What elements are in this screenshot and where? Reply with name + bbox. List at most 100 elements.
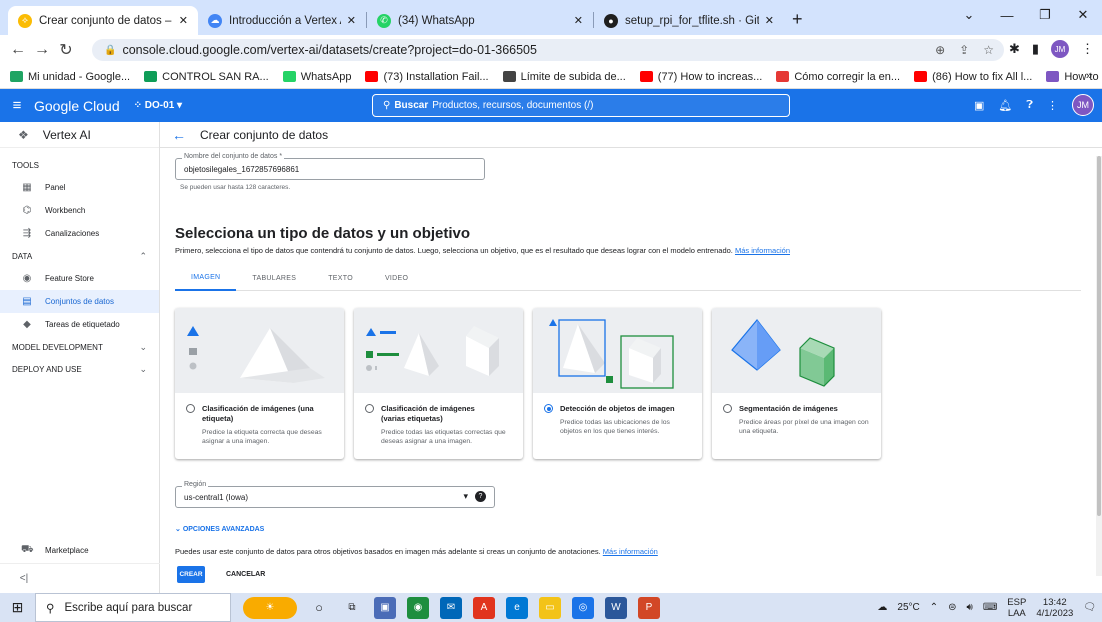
browser-tab-whatsapp[interactable]: ✆ (34) WhatsApp ✕ (367, 6, 593, 35)
bookmark-star-icon[interactable]: ☆ (983, 43, 994, 57)
acrobat-icon[interactable]: A (473, 596, 495, 619)
keyboard-icon[interactable]: ⌨ (983, 602, 997, 613)
extensions-icon[interactable]: ✱ (1009, 41, 1020, 57)
bookmark-item[interactable]: WhatsApp (282, 71, 351, 83)
gcp-brand[interactable]: Google Cloud (34, 98, 120, 114)
close-window-icon[interactable]: ✕ (1064, 0, 1102, 30)
more-info-link[interactable]: Más información (735, 246, 790, 255)
close-tab-icon[interactable]: ✕ (179, 14, 188, 27)
restore-icon[interactable]: ❐ (1026, 0, 1064, 30)
help-icon[interactable]: ❓︎ (1026, 99, 1033, 112)
radio-option[interactable]: Segmentación de imágenes (723, 404, 879, 414)
objective-card-segmentation[interactable]: Segmentación de imágenes Predice áreas p… (712, 308, 881, 459)
volume-icon[interactable]: 🔊︎ (967, 602, 973, 613)
more-options-icon[interactable]: ⋮ (1047, 99, 1058, 112)
bookmark-item[interactable]: (73) Installation Fail... (365, 71, 489, 83)
cortana-icon[interactable]: ○ (308, 597, 330, 619)
section-deploy[interactable]: DEPLOY AND USE ⌄ (0, 358, 159, 380)
browser-tab-github[interactable]: ● setup_rpi_for_tflite.sh · GitHub ✕ (594, 6, 784, 35)
chrome-icon[interactable]: ◉ (407, 596, 429, 619)
reload-icon[interactable]: ↻ (54, 40, 78, 60)
edge-icon[interactable]: e (506, 596, 528, 619)
browser-menu-icon[interactable]: ⋮ (1081, 41, 1094, 57)
advanced-options-toggle[interactable]: ⌄ OPCIONES AVANZADAS (175, 525, 264, 533)
bookmark-item[interactable]: CONTROL SAN RA... (144, 71, 269, 83)
search-box[interactable]: ⚲ Buscar Productos, recursos, documentos… (372, 94, 790, 117)
tab-search-icon[interactable]: ⌄ (950, 0, 988, 30)
note-more-info-link[interactable]: Más información (603, 547, 658, 556)
mail-icon[interactable]: ✉ (440, 596, 462, 619)
tab-tabular[interactable]: TABULARES (236, 265, 312, 291)
notification-center-icon[interactable]: 🗨︎ (1083, 602, 1096, 613)
share-icon[interactable]: ⇪ (959, 43, 969, 57)
section-data[interactable]: DATA ⌃ (0, 245, 159, 267)
file-explorer-icon[interactable]: ▭ (539, 596, 561, 619)
task-view-icon[interactable]: ⧉ (341, 597, 363, 619)
zoom-icon[interactable]: ⊕ (935, 43, 945, 57)
project-picker[interactable]: ⁘ DO-01 ▾ (134, 100, 182, 111)
bookmark-item[interactable]: How to Create a CS... (1046, 71, 1102, 83)
weather-icon[interactable]: ☁ (877, 602, 887, 613)
objective-card-single-label[interactable]: Clasificación de imágenes (una etiqueta)… (175, 308, 344, 459)
forward-icon[interactable]: → (30, 41, 54, 59)
weather-temp[interactable]: 25°C (897, 602, 919, 613)
radio-option[interactable]: Clasificación de imágenes (varias etique… (365, 404, 501, 424)
scrollbar[interactable] (1096, 156, 1102, 576)
browser-tab-vertex[interactable]: ⟡ Crear conjunto de datos – Vertex ✕ (8, 6, 198, 35)
tab-text[interactable]: TEXTO (312, 265, 369, 291)
chrome-app-icon[interactable]: ◎ (572, 596, 594, 619)
tray-overflow-icon[interactable]: ⌃ (930, 602, 938, 613)
bookmark-item[interactable]: Mi unidad - Google... (10, 71, 130, 83)
dataset-name-field[interactable]: Nombre del conjunto de datos * objetosil… (175, 153, 485, 180)
sidebar-item-datasets[interactable]: ▤ Conjuntos de datos (0, 290, 159, 313)
close-tab-icon[interactable]: ✕ (765, 14, 774, 27)
close-tab-icon[interactable]: ✕ (347, 14, 356, 27)
network-icon[interactable]: ⊜ (948, 602, 956, 613)
url-bar[interactable]: 🔒 console.cloud.google.com/vertex-ai/dat… (92, 39, 1004, 61)
clock[interactable]: 13:42 4/1/2023 (1036, 597, 1073, 619)
lock-icon[interactable]: 🔒 (104, 45, 116, 56)
taskbar-search[interactable]: ⚲ Escribe aquí para buscar (35, 593, 231, 622)
scrollbar-thumb[interactable] (1097, 156, 1101, 516)
language-indicator[interactable]: ESP LAA (1007, 597, 1026, 619)
windows-start-icon[interactable]: ⊞ (0, 599, 35, 616)
bookmark-item[interactable]: (86) How to fix All l... (914, 71, 1032, 83)
back-icon[interactable]: ← (6, 41, 30, 59)
bookmark-item[interactable]: (77) How to increas... (639, 71, 762, 83)
objective-card-object-detection[interactable]: Detección de objetos de imagen Predice t… (533, 308, 702, 459)
new-tab-icon[interactable]: + (792, 9, 803, 30)
sidebar-item-labeling[interactable]: ◆ Tareas de etiquetado (0, 313, 159, 336)
radio-multi-label[interactable] (365, 404, 374, 413)
bookmark-item[interactable]: Límite de subida de... (502, 71, 626, 83)
close-tab-icon[interactable]: ✕ (574, 14, 583, 27)
sidebar-item-feature-store[interactable]: ◉ Feature Store (0, 267, 159, 290)
back-arrow-icon[interactable]: ← (172, 127, 186, 143)
cloud-shell-icon[interactable]: ▣ (974, 99, 984, 112)
gcp-avatar[interactable]: JM (1072, 94, 1094, 116)
word-icon[interactable]: W (605, 596, 627, 619)
sidebar-item-workbench[interactable]: ⌬ Workbench (0, 199, 159, 222)
minimize-icon[interactable]: — (988, 0, 1026, 30)
profile-avatar[interactable]: JM (1051, 40, 1069, 58)
news-widget-icon[interactable]: ☀ (243, 596, 297, 619)
section-model-development[interactable]: MODEL DEVELOPMENT ⌄ (0, 336, 159, 358)
bookmark-item[interactable]: Cómo corregir la en... (776, 71, 900, 83)
notifications-icon[interactable]: 🔔︎ (998, 99, 1012, 112)
more-bookmarks-icon[interactable]: » (1086, 70, 1092, 82)
sidebar-item-panel[interactable]: ▦ Panel (0, 176, 159, 199)
radio-option[interactable]: Clasificación de imágenes (una etiqueta) (186, 404, 322, 424)
radio-object-detection[interactable] (544, 404, 553, 413)
powerpoint-icon[interactable]: P (638, 596, 660, 619)
hamburger-menu-icon[interactable]: ≡ (0, 97, 34, 114)
region-select[interactable]: Región us-central1 (Iowa) ▾ ? (175, 481, 495, 508)
tab-video[interactable]: VIDEO (369, 265, 424, 291)
create-button[interactable]: CREAR (177, 566, 205, 583)
radio-segmentation[interactable] (723, 404, 732, 413)
radio-single-label[interactable] (186, 404, 195, 413)
help-icon[interactable]: ? (475, 491, 486, 502)
browser-tab-intro[interactable]: ☁ Introducción a Vertex AI | Vertex ✕ (198, 6, 366, 35)
tab-image[interactable]: IMAGEN (175, 265, 237, 291)
cancel-button[interactable]: CANCELAR (226, 566, 265, 583)
sidebar-item-pipelines[interactable]: ⇶ Canalizaciones (0, 222, 159, 245)
sidebar-item-marketplace[interactable]: ⛟ Marketplace (0, 537, 160, 563)
